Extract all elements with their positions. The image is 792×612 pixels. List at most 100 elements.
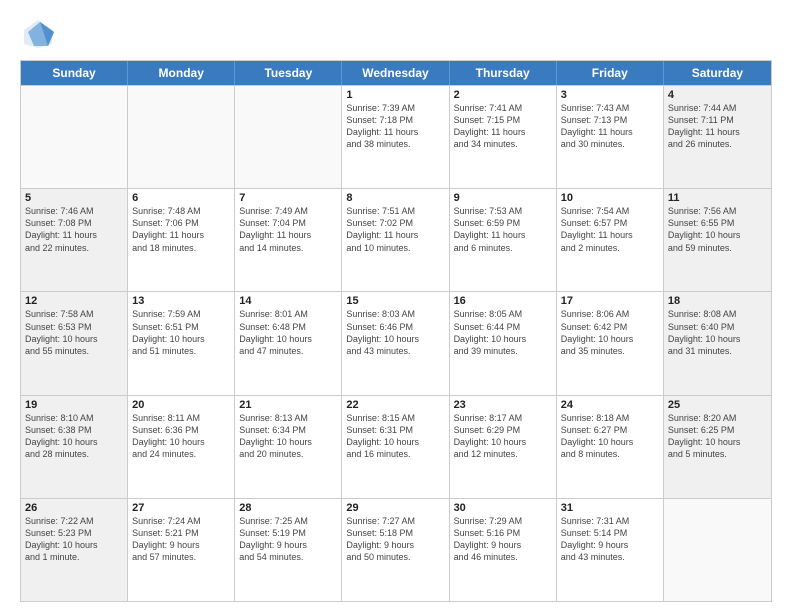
cal-week-5: 26Sunrise: 7:22 AM Sunset: 5:23 PM Dayli… <box>21 498 771 601</box>
cal-cell: 24Sunrise: 8:18 AM Sunset: 6:27 PM Dayli… <box>557 396 664 498</box>
day-info: Sunrise: 7:44 AM Sunset: 7:11 PM Dayligh… <box>668 102 767 151</box>
day-number: 15 <box>346 295 444 307</box>
cal-header-friday: Friday <box>557 61 664 85</box>
cal-header-monday: Monday <box>128 61 235 85</box>
cal-cell: 15Sunrise: 8:03 AM Sunset: 6:46 PM Dayli… <box>342 292 449 394</box>
day-info: Sunrise: 7:22 AM Sunset: 5:23 PM Dayligh… <box>25 515 123 564</box>
cal-cell: 31Sunrise: 7:31 AM Sunset: 5:14 PM Dayli… <box>557 499 664 601</box>
day-info: Sunrise: 7:51 AM Sunset: 7:02 PM Dayligh… <box>346 205 444 254</box>
day-info: Sunrise: 8:15 AM Sunset: 6:31 PM Dayligh… <box>346 412 444 461</box>
day-number: 23 <box>454 399 552 411</box>
day-info: Sunrise: 7:27 AM Sunset: 5:18 PM Dayligh… <box>346 515 444 564</box>
day-number: 27 <box>132 502 230 514</box>
cal-cell: 19Sunrise: 8:10 AM Sunset: 6:38 PM Dayli… <box>21 396 128 498</box>
cal-cell <box>235 86 342 188</box>
day-info: Sunrise: 8:13 AM Sunset: 6:34 PM Dayligh… <box>239 412 337 461</box>
day-number: 22 <box>346 399 444 411</box>
day-info: Sunrise: 7:54 AM Sunset: 6:57 PM Dayligh… <box>561 205 659 254</box>
cal-cell: 17Sunrise: 8:06 AM Sunset: 6:42 PM Dayli… <box>557 292 664 394</box>
cal-cell: 20Sunrise: 8:11 AM Sunset: 6:36 PM Dayli… <box>128 396 235 498</box>
cal-cell: 2Sunrise: 7:41 AM Sunset: 7:15 PM Daylig… <box>450 86 557 188</box>
cal-cell: 29Sunrise: 7:27 AM Sunset: 5:18 PM Dayli… <box>342 499 449 601</box>
day-info: Sunrise: 8:05 AM Sunset: 6:44 PM Dayligh… <box>454 308 552 357</box>
cal-cell: 1Sunrise: 7:39 AM Sunset: 7:18 PM Daylig… <box>342 86 449 188</box>
cal-header-wednesday: Wednesday <box>342 61 449 85</box>
day-info: Sunrise: 8:11 AM Sunset: 6:36 PM Dayligh… <box>132 412 230 461</box>
day-info: Sunrise: 7:49 AM Sunset: 7:04 PM Dayligh… <box>239 205 337 254</box>
day-number: 25 <box>668 399 767 411</box>
day-number: 19 <box>25 399 123 411</box>
day-number: 8 <box>346 192 444 204</box>
day-number: 14 <box>239 295 337 307</box>
cal-cell: 6Sunrise: 7:48 AM Sunset: 7:06 PM Daylig… <box>128 189 235 291</box>
day-info: Sunrise: 8:10 AM Sunset: 6:38 PM Dayligh… <box>25 412 123 461</box>
cal-cell: 4Sunrise: 7:44 AM Sunset: 7:11 PM Daylig… <box>664 86 771 188</box>
day-number: 24 <box>561 399 659 411</box>
day-number: 11 <box>668 192 767 204</box>
cal-week-3: 12Sunrise: 7:58 AM Sunset: 6:53 PM Dayli… <box>21 291 771 394</box>
day-info: Sunrise: 8:03 AM Sunset: 6:46 PM Dayligh… <box>346 308 444 357</box>
header <box>20 16 772 52</box>
day-number: 31 <box>561 502 659 514</box>
cal-header-saturday: Saturday <box>664 61 771 85</box>
day-number: 10 <box>561 192 659 204</box>
cal-cell <box>21 86 128 188</box>
cal-cell: 27Sunrise: 7:24 AM Sunset: 5:21 PM Dayli… <box>128 499 235 601</box>
day-number: 30 <box>454 502 552 514</box>
calendar: SundayMondayTuesdayWednesdayThursdayFrid… <box>20 60 772 602</box>
day-info: Sunrise: 7:25 AM Sunset: 5:19 PM Dayligh… <box>239 515 337 564</box>
day-number: 21 <box>239 399 337 411</box>
cal-cell: 3Sunrise: 7:43 AM Sunset: 7:13 PM Daylig… <box>557 86 664 188</box>
day-info: Sunrise: 7:43 AM Sunset: 7:13 PM Dayligh… <box>561 102 659 151</box>
cal-cell: 16Sunrise: 8:05 AM Sunset: 6:44 PM Dayli… <box>450 292 557 394</box>
cal-cell <box>128 86 235 188</box>
day-info: Sunrise: 7:53 AM Sunset: 6:59 PM Dayligh… <box>454 205 552 254</box>
day-number: 18 <box>668 295 767 307</box>
day-number: 2 <box>454 89 552 101</box>
cal-cell: 22Sunrise: 8:15 AM Sunset: 6:31 PM Dayli… <box>342 396 449 498</box>
cal-cell: 18Sunrise: 8:08 AM Sunset: 6:40 PM Dayli… <box>664 292 771 394</box>
cal-cell: 13Sunrise: 7:59 AM Sunset: 6:51 PM Dayli… <box>128 292 235 394</box>
day-number: 13 <box>132 295 230 307</box>
day-info: Sunrise: 7:31 AM Sunset: 5:14 PM Dayligh… <box>561 515 659 564</box>
logo <box>20 16 60 52</box>
day-info: Sunrise: 8:17 AM Sunset: 6:29 PM Dayligh… <box>454 412 552 461</box>
day-info: Sunrise: 7:29 AM Sunset: 5:16 PM Dayligh… <box>454 515 552 564</box>
cal-cell <box>664 499 771 601</box>
day-number: 12 <box>25 295 123 307</box>
cal-cell: 12Sunrise: 7:58 AM Sunset: 6:53 PM Dayli… <box>21 292 128 394</box>
day-number: 3 <box>561 89 659 101</box>
calendar-body: 1Sunrise: 7:39 AM Sunset: 7:18 PM Daylig… <box>21 85 771 601</box>
logo-icon <box>20 16 56 52</box>
day-number: 29 <box>346 502 444 514</box>
cal-cell: 25Sunrise: 8:20 AM Sunset: 6:25 PM Dayli… <box>664 396 771 498</box>
day-number: 7 <box>239 192 337 204</box>
day-info: Sunrise: 8:08 AM Sunset: 6:40 PM Dayligh… <box>668 308 767 357</box>
cal-cell: 30Sunrise: 7:29 AM Sunset: 5:16 PM Dayli… <box>450 499 557 601</box>
cal-cell: 23Sunrise: 8:17 AM Sunset: 6:29 PM Dayli… <box>450 396 557 498</box>
day-info: Sunrise: 8:01 AM Sunset: 6:48 PM Dayligh… <box>239 308 337 357</box>
day-number: 4 <box>668 89 767 101</box>
cal-cell: 7Sunrise: 7:49 AM Sunset: 7:04 PM Daylig… <box>235 189 342 291</box>
day-number: 5 <box>25 192 123 204</box>
day-info: Sunrise: 7:41 AM Sunset: 7:15 PM Dayligh… <box>454 102 552 151</box>
day-number: 16 <box>454 295 552 307</box>
day-info: Sunrise: 7:46 AM Sunset: 7:08 PM Dayligh… <box>25 205 123 254</box>
cal-cell: 11Sunrise: 7:56 AM Sunset: 6:55 PM Dayli… <box>664 189 771 291</box>
day-info: Sunrise: 8:06 AM Sunset: 6:42 PM Dayligh… <box>561 308 659 357</box>
cal-cell: 26Sunrise: 7:22 AM Sunset: 5:23 PM Dayli… <box>21 499 128 601</box>
day-info: Sunrise: 8:18 AM Sunset: 6:27 PM Dayligh… <box>561 412 659 461</box>
day-number: 6 <box>132 192 230 204</box>
cal-cell: 8Sunrise: 7:51 AM Sunset: 7:02 PM Daylig… <box>342 189 449 291</box>
day-info: Sunrise: 7:48 AM Sunset: 7:06 PM Dayligh… <box>132 205 230 254</box>
day-info: Sunrise: 7:56 AM Sunset: 6:55 PM Dayligh… <box>668 205 767 254</box>
day-number: 26 <box>25 502 123 514</box>
day-number: 1 <box>346 89 444 101</box>
cal-header-tuesday: Tuesday <box>235 61 342 85</box>
cal-week-1: 1Sunrise: 7:39 AM Sunset: 7:18 PM Daylig… <box>21 85 771 188</box>
day-info: Sunrise: 7:58 AM Sunset: 6:53 PM Dayligh… <box>25 308 123 357</box>
cal-header-thursday: Thursday <box>450 61 557 85</box>
day-number: 28 <box>239 502 337 514</box>
cal-cell: 5Sunrise: 7:46 AM Sunset: 7:08 PM Daylig… <box>21 189 128 291</box>
day-info: Sunrise: 7:59 AM Sunset: 6:51 PM Dayligh… <box>132 308 230 357</box>
